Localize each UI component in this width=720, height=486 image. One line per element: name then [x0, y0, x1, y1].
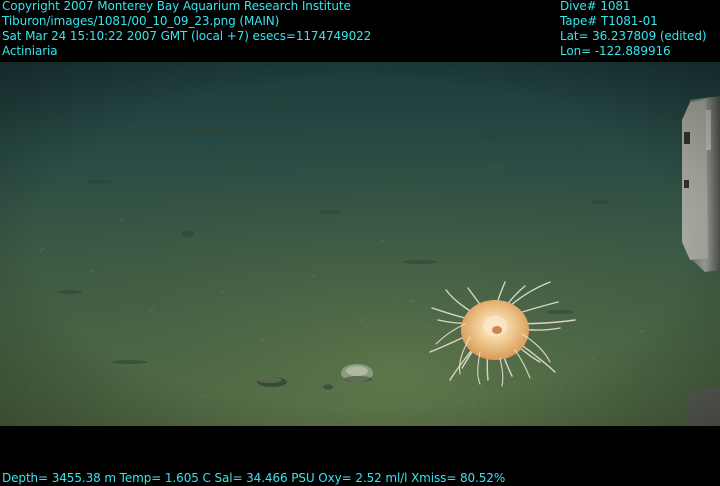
copyright-line: Copyright 2007 Monterey Bay Aquarium Res…	[2, 0, 351, 13]
image-path-line: Tiburon/images/1081/00_10_09_23.png (MAI…	[2, 14, 280, 28]
seafloor-photo	[0, 62, 720, 426]
latitude-readout: Lat= 36.237809 (edited)	[560, 29, 707, 43]
timestamp-line: Sat Mar 24 15:10:22 2007 GMT (local +7) …	[2, 29, 372, 43]
header-right-overlay: Dive# 1081 Tape# T1081-01 Lat= 36.237809…	[560, 0, 707, 59]
dive-number: Dive# 1081	[560, 0, 631, 13]
header-left-overlay: Copyright 2007 Monterey Bay Aquarium Res…	[2, 0, 371, 59]
longitude-readout: Lon= -122.889916	[560, 44, 671, 58]
taxon-label: Actiniaria	[2, 44, 58, 58]
sensor-readout-line: Depth= 3455.38 m Temp= 1.605 C Sal= 34.4…	[2, 471, 506, 485]
vignette	[0, 62, 720, 426]
tape-number: Tape# T1081-01	[560, 14, 658, 28]
sensor-readout-footer: Depth= 3455.38 m Temp= 1.605 C Sal= 34.4…	[2, 471, 505, 486]
seafloor-scene-svg	[0, 62, 720, 426]
